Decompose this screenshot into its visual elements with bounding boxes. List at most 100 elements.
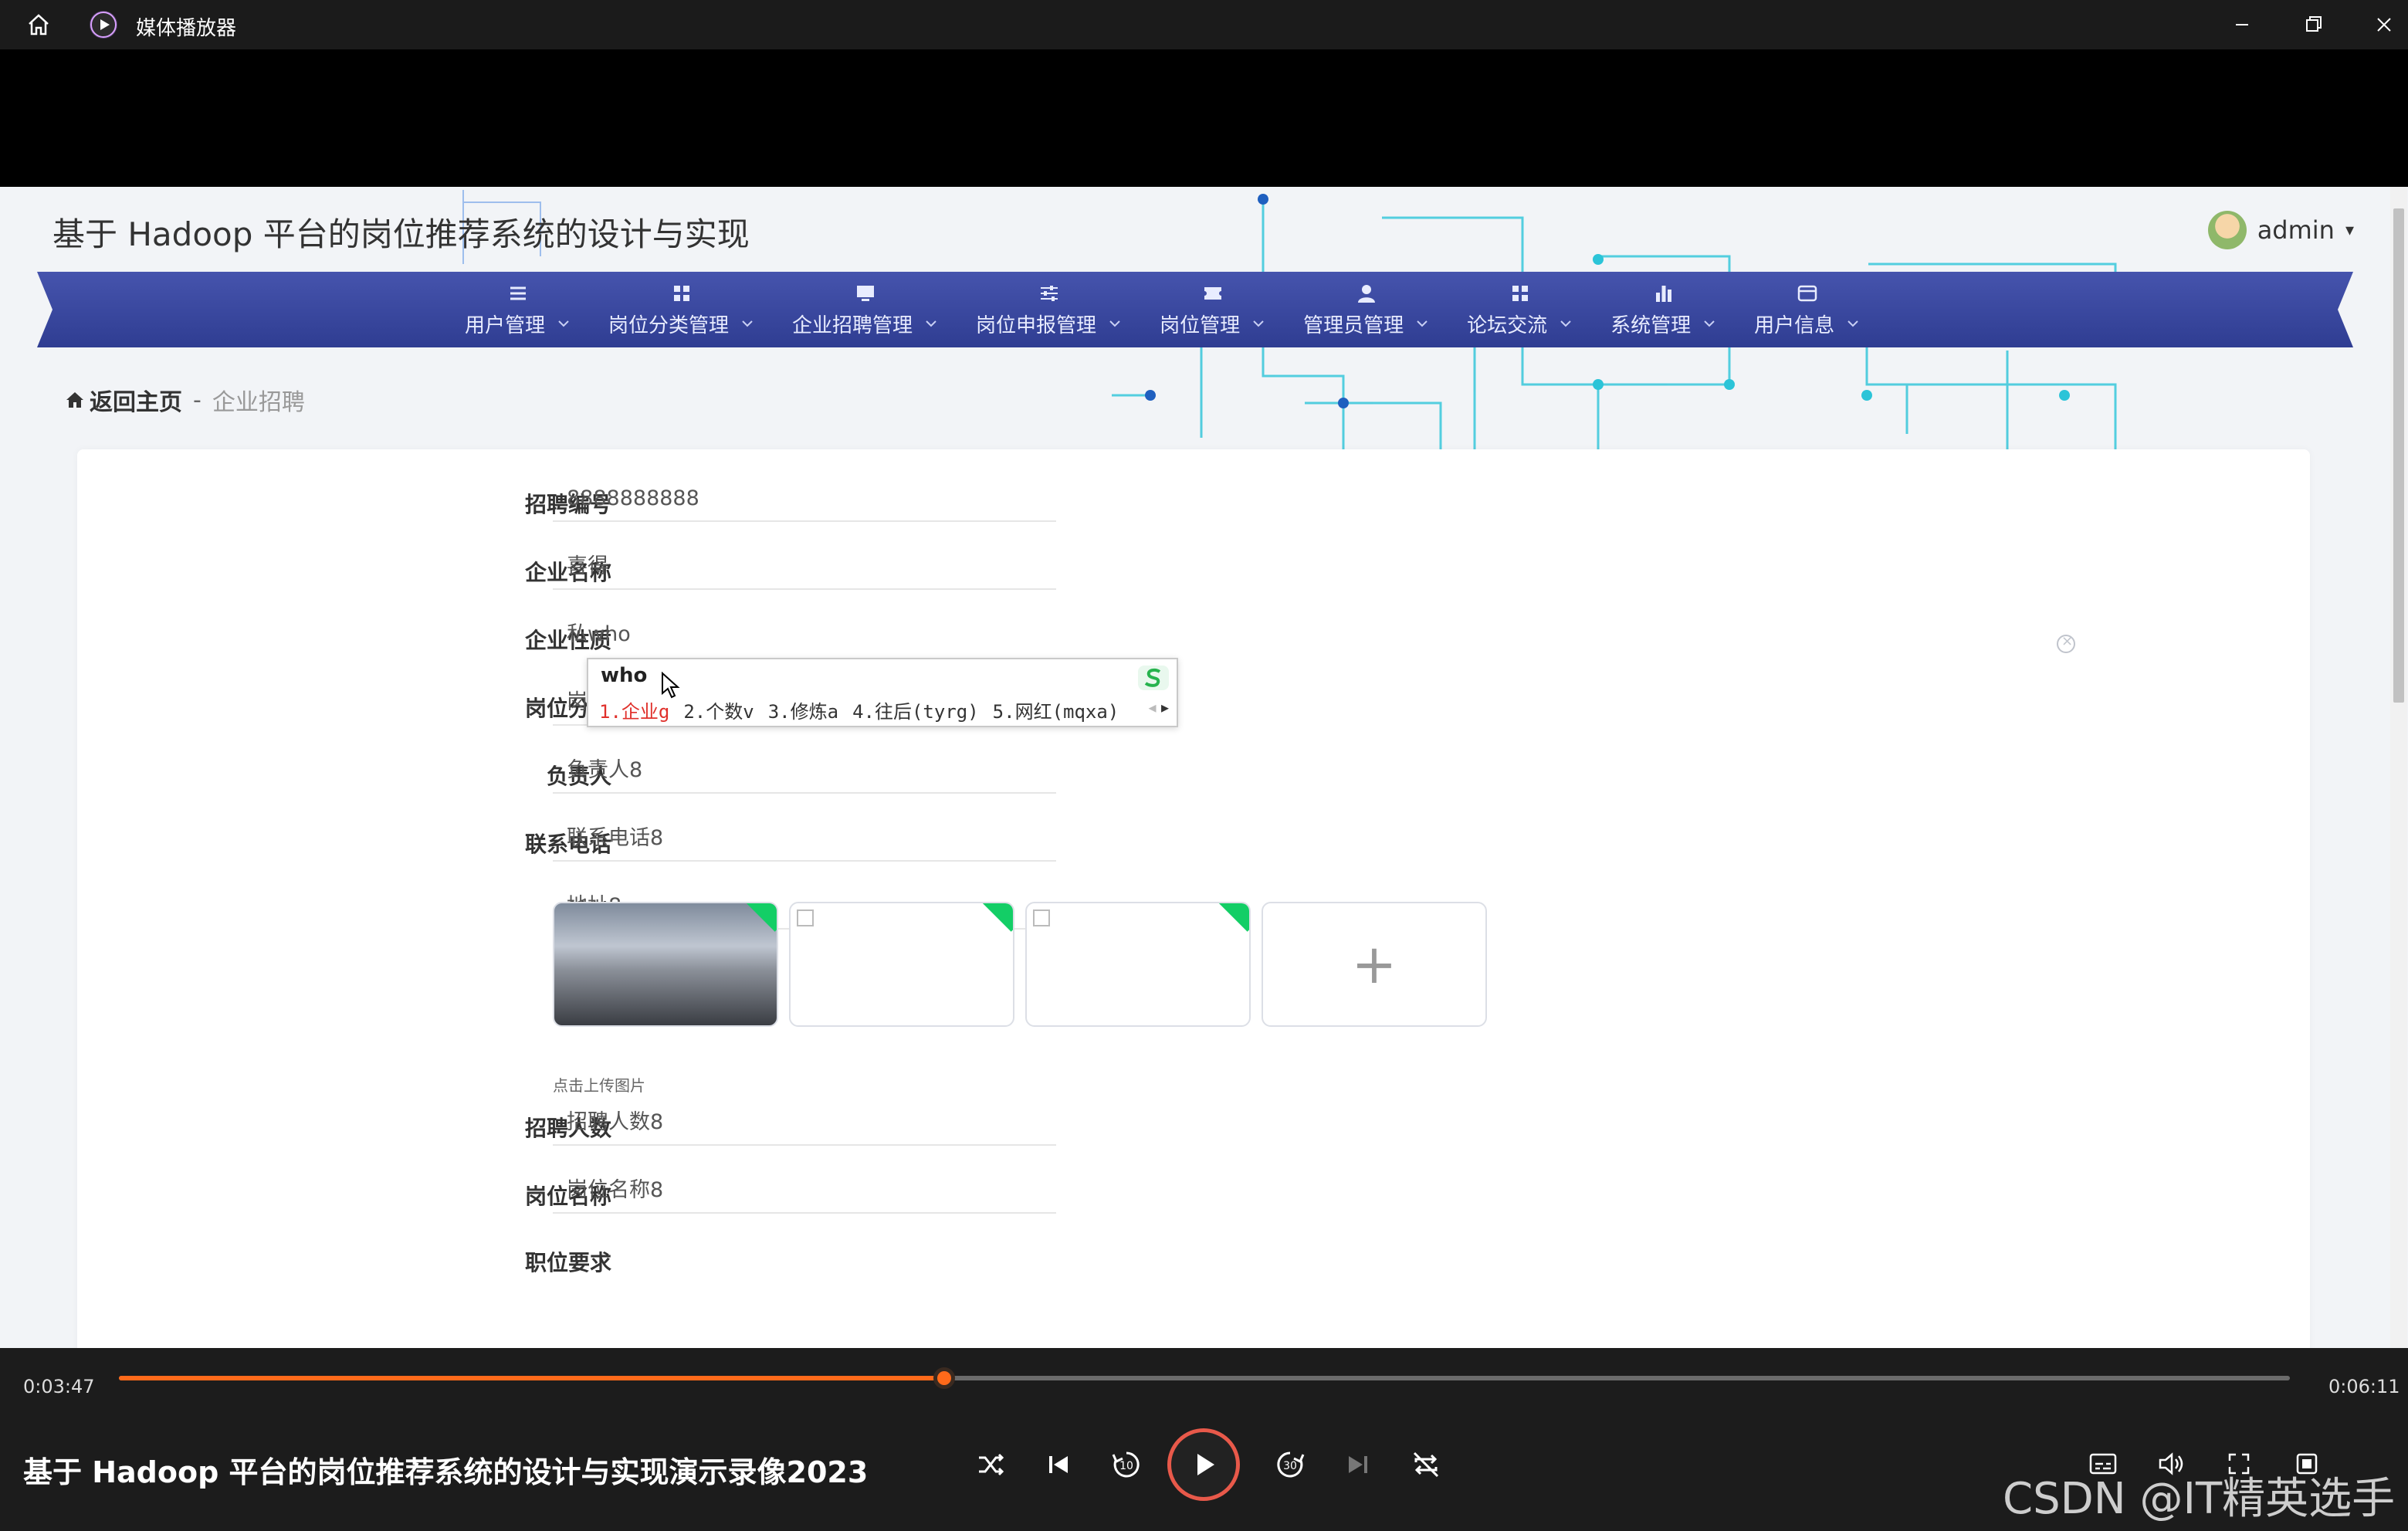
skip-30-icon[interactable]: 30 bbox=[1271, 1445, 1309, 1484]
total-time: 0:06:11 bbox=[2328, 1376, 2400, 1397]
video-title: 基于 Hadoop 平台的岗位推荐系统的设计与实现演示录像2023 bbox=[23, 1455, 869, 1489]
skip-seconds: 30 bbox=[1283, 1460, 1297, 1472]
nav-job-application-management[interactable]: 岗位申报管理 bbox=[957, 272, 1141, 347]
window-titlebar: 媒体播放器 bbox=[0, 0, 2408, 49]
nav-label: 管理员管理 bbox=[1303, 313, 1404, 337]
avatar[interactable] bbox=[2207, 211, 2247, 249]
chevron-down-icon bbox=[1704, 320, 1715, 327]
nav-label: 用户管理 bbox=[465, 313, 546, 337]
home-icon[interactable] bbox=[23, 9, 54, 40]
user-icon bbox=[1358, 284, 1376, 303]
back-home-link[interactable]: 返回主页 bbox=[65, 383, 182, 417]
nav-company-recruit-management[interactable]: 企业招聘管理 bbox=[774, 272, 957, 347]
headcount-input[interactable]: 招聘人数8 bbox=[553, 1103, 1056, 1146]
ime-candidate[interactable]: 3.修炼a bbox=[768, 696, 838, 723]
prev-page-icon[interactable]: ◂ bbox=[1149, 698, 1157, 716]
username[interactable]: admin bbox=[2257, 215, 2335, 245]
repeat-off-icon[interactable] bbox=[1407, 1445, 1445, 1484]
form-row-recruit-no: 招聘编号 8888888888 bbox=[77, 479, 2310, 522]
previous-icon[interactable] bbox=[1039, 1445, 1078, 1484]
grid-icon bbox=[674, 285, 690, 301]
nav-admin-management[interactable]: 管理员管理 bbox=[1285, 272, 1448, 347]
site-title: 基于 Hadoop 平台的岗位推荐系统的设计与实现 bbox=[52, 215, 750, 253]
breadcrumb-current: 企业招聘 bbox=[212, 389, 305, 416]
uploaded-image[interactable] bbox=[553, 902, 778, 1027]
add-image-button[interactable]: + bbox=[1262, 902, 1487, 1027]
chevron-down-icon bbox=[926, 320, 936, 327]
form-row-headcount: 招聘人数 招聘人数8 bbox=[77, 1103, 2310, 1146]
scrollbar-thumb[interactable] bbox=[2393, 208, 2404, 703]
chevron-down-icon bbox=[1417, 320, 1428, 327]
bar-chart-icon bbox=[1656, 285, 1672, 302]
sliders-icon bbox=[1041, 285, 1058, 301]
nav-forum[interactable]: 论坛交流 bbox=[1448, 272, 1592, 347]
ime-candidate[interactable]: 2.个数v bbox=[683, 696, 754, 723]
replay-10-icon[interactable]: 10 bbox=[1107, 1445, 1146, 1484]
next-page-icon[interactable]: ▸ bbox=[1161, 698, 1169, 716]
ime-candidate[interactable]: 1.企业g bbox=[599, 696, 669, 723]
ime-pinyin: who bbox=[601, 664, 648, 687]
chevron-down-icon bbox=[1253, 320, 1264, 327]
play-icon bbox=[1197, 1454, 1214, 1475]
phone-input[interactable]: 联系电话8 bbox=[553, 818, 1056, 862]
grid-icon bbox=[1512, 285, 1529, 301]
nav-job-management[interactable]: 岗位管理 bbox=[1141, 272, 1285, 347]
nav-job-category-management[interactable]: 岗位分类管理 bbox=[590, 272, 774, 347]
ime-candidate[interactable]: 4.往后(tyrg) bbox=[852, 696, 979, 723]
next-icon[interactable] bbox=[1339, 1445, 1377, 1484]
minimize-icon[interactable] bbox=[2223, 6, 2261, 43]
nav-user-management[interactable]: 用户管理 bbox=[446, 272, 590, 347]
ime-page-arrows[interactable]: ◂ ▸ bbox=[1149, 698, 1169, 716]
play-button[interactable] bbox=[1167, 1428, 1240, 1501]
seek-bar[interactable] bbox=[119, 1367, 2290, 1389]
user-menu[interactable]: admin ▾ bbox=[2207, 208, 2354, 252]
company-type-input[interactable]: 私who bbox=[553, 615, 1056, 658]
chevron-down-icon bbox=[742, 320, 753, 327]
monitor-icon bbox=[857, 285, 875, 301]
shuffle-icon[interactable] bbox=[971, 1445, 1010, 1484]
ime-candidate[interactable]: 5.网红(mqxa) bbox=[993, 696, 1119, 723]
nav-label: 岗位申报管理 bbox=[976, 313, 1097, 337]
current-time: 0:03:47 bbox=[23, 1376, 95, 1397]
uploaded-image[interactable] bbox=[1025, 902, 1251, 1027]
back-home-label: 返回主页 bbox=[90, 389, 182, 416]
clear-icon[interactable] bbox=[2057, 633, 2075, 653]
window-title: 媒体播放器 bbox=[136, 17, 237, 40]
page-scrollbar[interactable] bbox=[2390, 187, 2407, 1348]
close-icon[interactable] bbox=[2366, 6, 2403, 43]
home-icon bbox=[66, 392, 83, 408]
ime-candidates: 1.企业g 2.个数v 3.修炼a 4.往后(tyrg) 5.网红(mqxa) bbox=[599, 696, 1119, 723]
job-name-input[interactable]: 岗位名称8 bbox=[553, 1170, 1056, 1214]
company-name-input[interactable]: 喜得 bbox=[553, 547, 1056, 590]
web-page: 基于 Hadoop 平台的岗位推荐系统的设计与实现 admin ▾ 用户管理 岗… bbox=[0, 187, 2408, 1348]
seek-handle[interactable] bbox=[933, 1367, 955, 1389]
upload-success-badge bbox=[742, 903, 777, 932]
form-row-job-requirements: 职位要求 bbox=[77, 1237, 2310, 1280]
nav-system-management[interactable]: 系统管理 bbox=[1592, 272, 1736, 347]
job-requirements-label: 职位要求 bbox=[524, 1250, 611, 1275]
watermark: CSDN @IT精英选手 bbox=[2003, 1474, 2396, 1524]
nav-label: 岗位管理 bbox=[1160, 313, 1241, 337]
chevron-down-icon bbox=[1560, 320, 1571, 327]
nav-label: 岗位分类管理 bbox=[608, 313, 730, 337]
replay-seconds: 10 bbox=[1119, 1460, 1133, 1472]
list-icon bbox=[510, 286, 526, 300]
nav-user-info[interactable]: 用户信息 bbox=[1736, 272, 1879, 347]
recruit-no-input[interactable]: 8888888888 bbox=[553, 479, 1056, 522]
caret-down-icon[interactable]: ▾ bbox=[2345, 221, 2354, 240]
sogou-logo-icon bbox=[1138, 666, 1169, 690]
wallet-icon bbox=[1797, 285, 1817, 301]
contact-person-input[interactable]: 负责人8 bbox=[553, 750, 1056, 794]
broken-image-icon bbox=[1033, 909, 1050, 926]
chevron-down-icon bbox=[558, 320, 569, 327]
media-player-app-icon bbox=[90, 11, 117, 39]
ticket-icon bbox=[1204, 286, 1222, 300]
uploaded-image[interactable] bbox=[789, 902, 1014, 1027]
seek-bar-played bbox=[119, 1376, 944, 1380]
image-list: + bbox=[553, 902, 1487, 1027]
upload-success-badge bbox=[978, 903, 1013, 932]
nav-label: 用户信息 bbox=[1754, 313, 1835, 337]
form-row-contact-person: 负责人 负责人8 bbox=[77, 750, 2310, 794]
breadcrumb-separator: - bbox=[193, 386, 202, 414]
restore-icon[interactable] bbox=[2295, 6, 2332, 43]
